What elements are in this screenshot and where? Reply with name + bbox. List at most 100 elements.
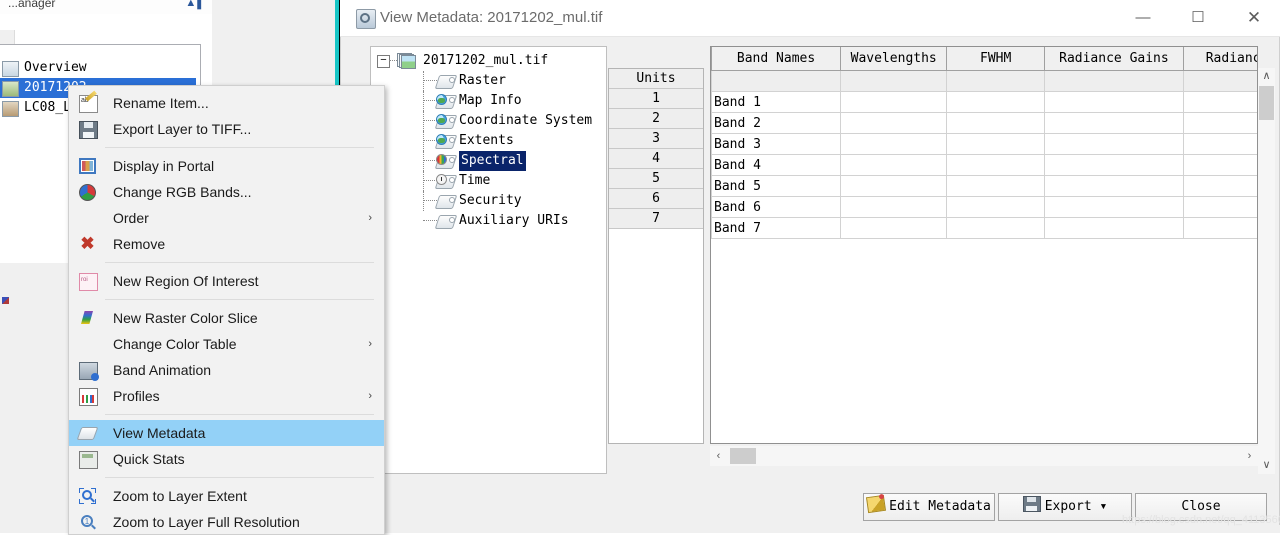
menu-item-order[interactable]: Order › xyxy=(69,205,384,231)
table-row[interactable]: Band 6 xyxy=(711,196,1257,218)
row-number[interactable]: 6 xyxy=(609,189,703,209)
column-header-radiance-offsets[interactable]: Radiance Off xyxy=(1182,47,1257,71)
cell-radiance-gain[interactable] xyxy=(1044,196,1184,218)
table-units-row[interactable] xyxy=(711,70,1257,92)
cell-radiance-offset[interactable] xyxy=(1182,154,1257,176)
table-row[interactable]: Band 1 xyxy=(711,91,1257,113)
units-cell[interactable] xyxy=(946,70,1046,92)
vertical-scrollbar[interactable]: ∧ ∨ xyxy=(1258,68,1275,474)
cell-fwhm[interactable] xyxy=(946,91,1046,113)
cell-radiance-offset[interactable] xyxy=(1182,196,1257,218)
cell-band-name[interactable]: Band 6 xyxy=(711,196,842,218)
table-row[interactable]: Band 4 xyxy=(711,154,1257,176)
tree-root-node[interactable]: − 20171202_mul.tif xyxy=(375,51,604,71)
tree-item-time[interactable]: Time xyxy=(375,171,604,191)
cell-wavelength[interactable] xyxy=(840,112,948,134)
horizontal-scroll-thumb[interactable] xyxy=(730,448,756,464)
cell-fwhm[interactable] xyxy=(946,217,1046,239)
cell-wavelength[interactable] xyxy=(840,196,948,218)
scroll-down-icon[interactable]: ∨ xyxy=(1258,457,1275,474)
cell-radiance-offset[interactable] xyxy=(1182,133,1257,155)
scroll-left-icon[interactable]: ‹ xyxy=(710,446,727,466)
menu-item-rename-item[interactable]: Rename Item... xyxy=(69,88,384,116)
tree-item-extents[interactable]: Extents xyxy=(375,131,604,151)
cell-radiance-offset[interactable] xyxy=(1182,175,1257,197)
cell-band-name[interactable]: Band 7 xyxy=(711,217,842,239)
units-cell[interactable] xyxy=(1182,70,1257,92)
cell-wavelength[interactable] xyxy=(840,91,948,113)
layer-manager-window-buttons[interactable]: ▲▌ xyxy=(185,0,206,9)
cell-radiance-offset[interactable] xyxy=(1182,112,1257,134)
row-number[interactable]: 1 xyxy=(609,89,703,109)
minimize-button[interactable]: — xyxy=(1120,0,1166,36)
menu-item-view-metadata[interactable]: View Metadata xyxy=(69,420,384,446)
cell-radiance-gain[interactable] xyxy=(1044,112,1184,134)
scroll-right-icon[interactable]: › xyxy=(1241,446,1258,466)
collapse-expander-icon[interactable]: − xyxy=(377,55,390,68)
cell-radiance-offset[interactable] xyxy=(1182,217,1257,239)
row-number[interactable]: 3 xyxy=(609,129,703,149)
units-cell[interactable] xyxy=(840,70,948,92)
table-row[interactable]: Band 7 xyxy=(711,217,1257,239)
cell-radiance-gain[interactable] xyxy=(1044,154,1184,176)
cell-radiance-offset[interactable] xyxy=(1182,91,1257,113)
vertical-scroll-thumb[interactable] xyxy=(1259,86,1274,120)
row-number[interactable]: 2 xyxy=(609,109,703,129)
menu-item-profiles[interactable]: Profiles › xyxy=(69,383,384,409)
table-row[interactable]: Band 5 xyxy=(711,175,1257,197)
units-cell[interactable] xyxy=(711,70,842,92)
tree-item-security[interactable]: Security xyxy=(375,191,604,211)
cell-radiance-gain[interactable] xyxy=(1044,175,1184,197)
export-button[interactable]: Export ▾ xyxy=(998,493,1132,521)
row-number[interactable]: 4 xyxy=(609,149,703,169)
menu-item-change-color-table[interactable]: Change Color Table › xyxy=(69,331,384,357)
scroll-up-icon[interactable]: ∧ xyxy=(1258,68,1275,85)
menu-item-zoom-to-layer-extent[interactable]: Zoom to Layer Extent xyxy=(69,483,384,509)
cell-band-name[interactable]: Band 1 xyxy=(711,91,842,113)
menu-item-band-animation[interactable]: Band Animation xyxy=(69,357,384,383)
units-cell[interactable] xyxy=(1044,70,1184,92)
tree-item-map-info[interactable]: Map Info xyxy=(375,91,604,111)
cell-wavelength[interactable] xyxy=(840,175,948,197)
horizontal-scrollbar[interactable]: ‹ › xyxy=(710,446,1258,466)
tree-item-spectral[interactable]: Spectral xyxy=(375,151,604,171)
tree-item-coordinate-system[interactable]: Coordinate System xyxy=(375,111,604,131)
menu-item-change-rgb-bands[interactable]: Change RGB Bands... xyxy=(69,179,384,205)
metadata-grid[interactable]: Band Names Wavelengths FWHM Radiance Gai… xyxy=(710,46,1258,444)
cell-fwhm[interactable] xyxy=(946,112,1046,134)
cell-band-name[interactable]: Band 4 xyxy=(711,154,842,176)
cell-fwhm[interactable] xyxy=(946,154,1046,176)
menu-item-zoom-to-layer-full-resolution[interactable]: 1 Zoom to Layer Full Resolution xyxy=(69,509,384,535)
cell-wavelength[interactable] xyxy=(840,217,948,239)
layer-list-item-overview[interactable]: Overview xyxy=(0,58,196,78)
cell-band-name[interactable]: Band 2 xyxy=(711,112,842,134)
maximize-button[interactable]: ☐ xyxy=(1175,0,1221,36)
edit-metadata-button[interactable]: Edit Metadata xyxy=(863,493,995,521)
cell-radiance-gain[interactable] xyxy=(1044,91,1184,113)
close-window-button[interactable]: ✕ xyxy=(1231,0,1277,36)
cell-wavelength[interactable] xyxy=(840,133,948,155)
cell-band-name[interactable]: Band 3 xyxy=(711,133,842,155)
menu-item-new-region-of-interest[interactable]: New Region Of Interest xyxy=(69,267,384,294)
menu-item-quick-stats[interactable]: Quick Stats xyxy=(69,446,384,472)
column-header-radiance-gains[interactable]: Radiance Gains xyxy=(1044,47,1184,71)
column-header-band-names[interactable]: Band Names xyxy=(711,47,842,71)
tree-item-auxiliary-uris[interactable]: Auxiliary URIs xyxy=(375,211,604,231)
table-row[interactable]: Band 3 xyxy=(711,133,1257,155)
tree-item-raster[interactable]: Raster xyxy=(375,71,604,91)
cell-radiance-gain[interactable] xyxy=(1044,217,1184,239)
layer-context-menu[interactable]: Rename Item... Export Layer to TIFF... D… xyxy=(68,85,385,535)
table-row[interactable]: Band 2 xyxy=(711,112,1257,134)
row-number[interactable]: 7 xyxy=(609,209,703,229)
cell-radiance-gain[interactable] xyxy=(1044,133,1184,155)
menu-item-remove[interactable]: ✖ Remove xyxy=(69,231,384,257)
cell-band-name[interactable]: Band 5 xyxy=(711,175,842,197)
cell-fwhm[interactable] xyxy=(946,133,1046,155)
menu-item-display-in-portal[interactable]: Display in Portal xyxy=(69,153,384,179)
cell-wavelength[interactable] xyxy=(840,154,948,176)
column-header-fwhm[interactable]: FWHM xyxy=(946,47,1046,71)
menu-item-export-layer-to-tiff[interactable]: Export Layer to TIFF... xyxy=(69,116,384,142)
row-number[interactable]: 5 xyxy=(609,169,703,189)
menu-item-new-raster-color-slice[interactable]: New Raster Color Slice xyxy=(69,305,384,331)
metadata-tree[interactable]: − 20171202_mul.tif Raster Map Info Coord… xyxy=(375,51,604,231)
